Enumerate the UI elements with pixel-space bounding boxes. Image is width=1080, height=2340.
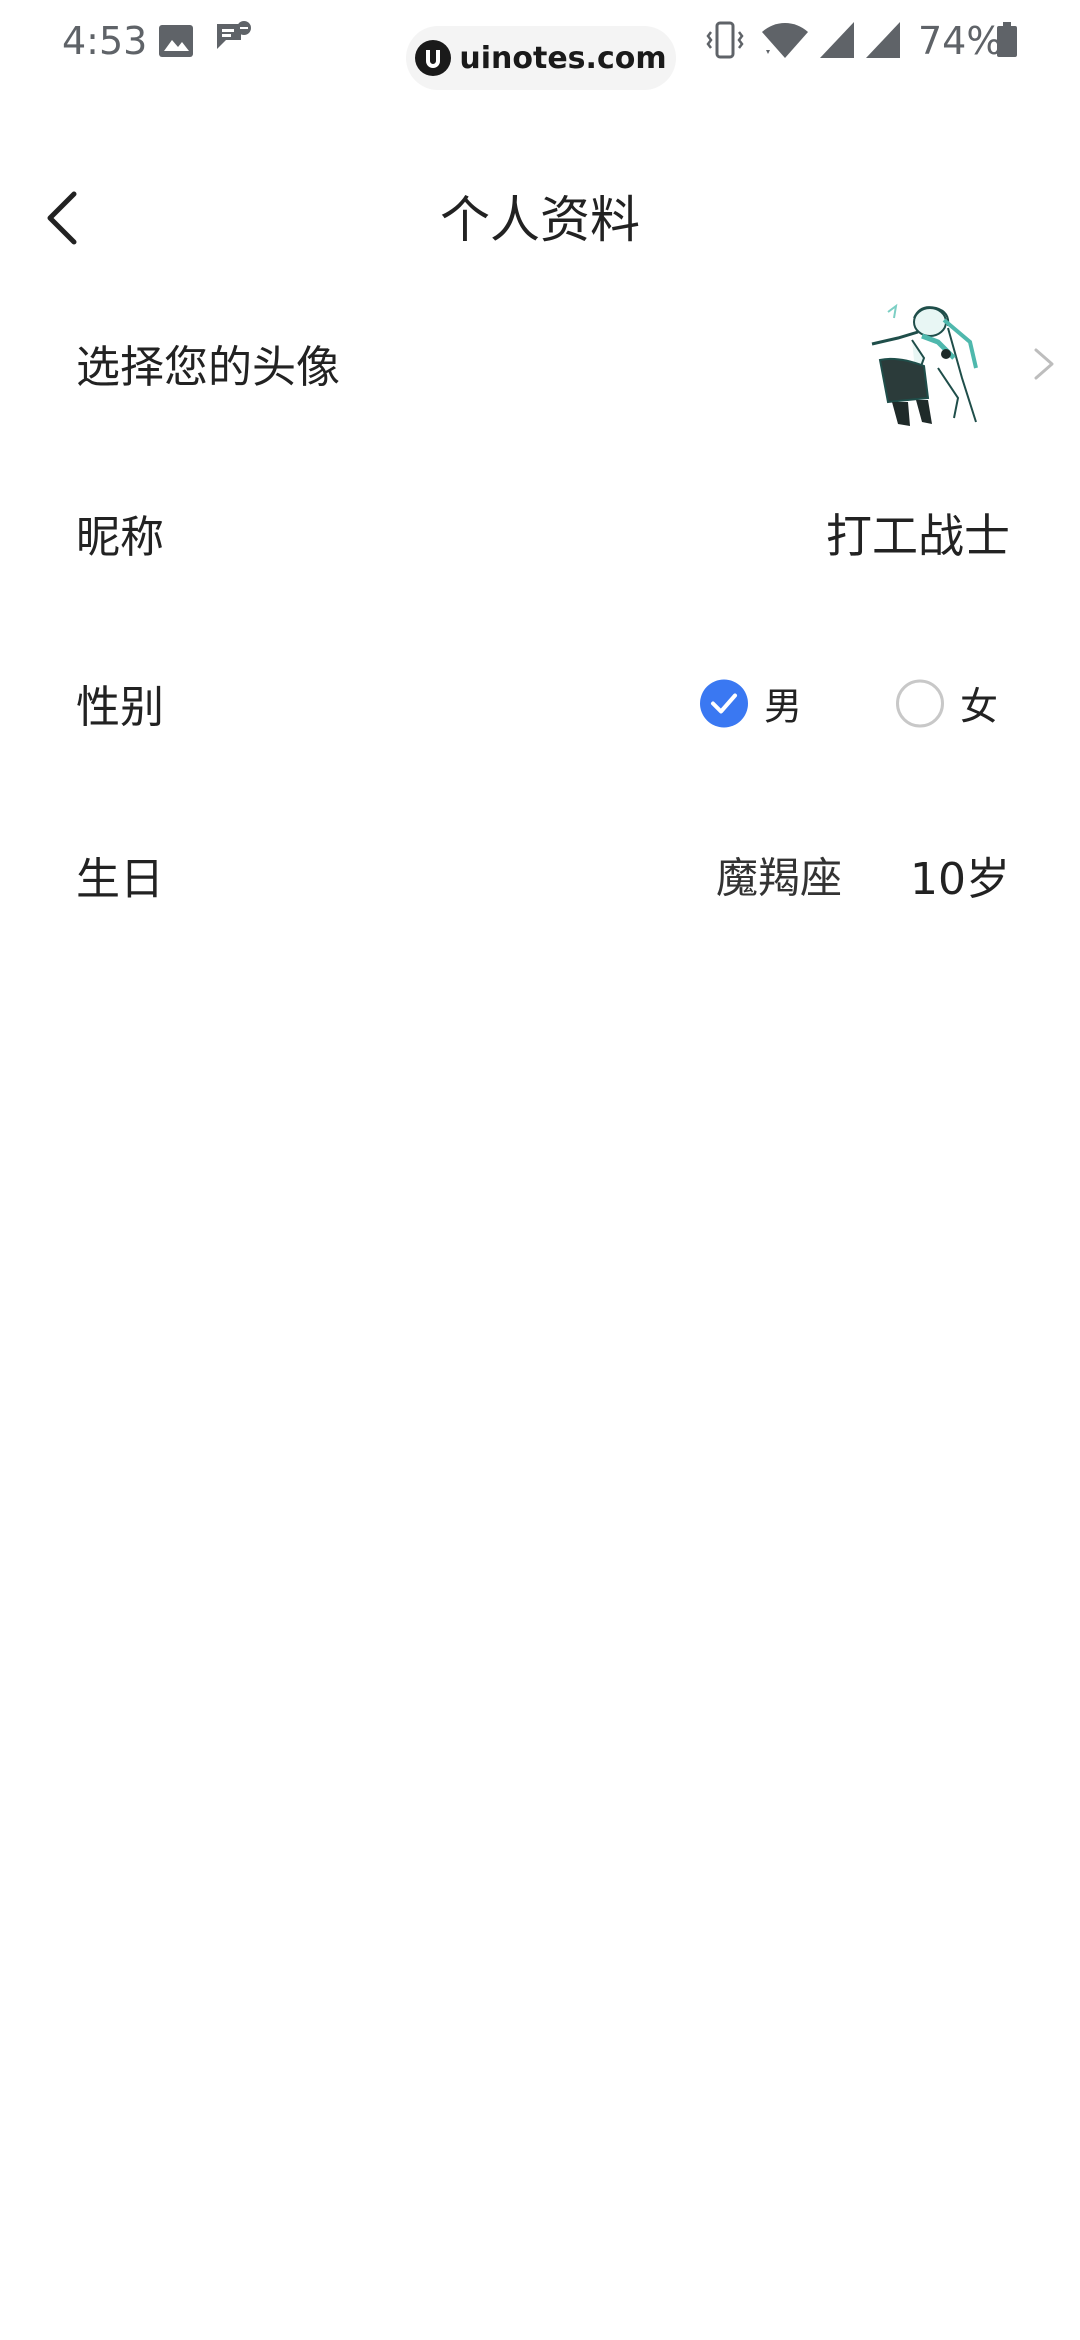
avatar-row[interactable]: 选择您的头像 (0, 278, 1080, 448)
signal-icon (864, 20, 902, 64)
status-time: 4:53 (62, 19, 148, 63)
avatar-label: 选择您的头像 (76, 342, 340, 393)
gender-option-male[interactable]: 男 (700, 676, 802, 731)
radio-checked-icon (700, 679, 748, 727)
birthday-label: 生日 (76, 854, 164, 905)
gender-option-female[interactable]: 女 (896, 676, 998, 731)
battery-icon (996, 22, 1018, 62)
zodiac-value: 魔羯座 (716, 853, 843, 903)
wifi-icon (760, 20, 810, 64)
gender-label: 性别 (76, 682, 164, 733)
message-icon (214, 20, 254, 64)
gender-row: 性别 男 女 (0, 618, 1080, 788)
vibrate-icon (706, 20, 744, 64)
uinotes-logo-icon (415, 40, 452, 76)
age-value: 10岁 (910, 854, 1010, 905)
battery-percent: 74% (918, 19, 1003, 63)
avatar[interactable] (858, 298, 988, 428)
image-icon (158, 24, 194, 62)
page-title: 个人资料 (440, 191, 640, 249)
radio-unchecked-icon (896, 679, 944, 727)
status-bar: 4:53 uinotes.com 74% (0, 0, 1080, 90)
gender-male-label: 男 (764, 684, 803, 729)
birthday-row[interactable]: 生日 魔羯座 10岁 (0, 790, 1080, 960)
nickname-label: 昵称 (76, 512, 164, 563)
nickname-row[interactable]: 昵称 打工战士 (0, 448, 1080, 618)
header: 个人资料 (0, 160, 1080, 280)
signal-icon (818, 20, 856, 64)
watermark-text: uinotes.com (459, 40, 667, 76)
gender-female-label: 女 (960, 684, 999, 729)
nickname-value[interactable]: 打工战士 (826, 500, 1010, 566)
chevron-right-icon (1030, 344, 1058, 384)
watermark-badge: uinotes.com (406, 26, 676, 90)
